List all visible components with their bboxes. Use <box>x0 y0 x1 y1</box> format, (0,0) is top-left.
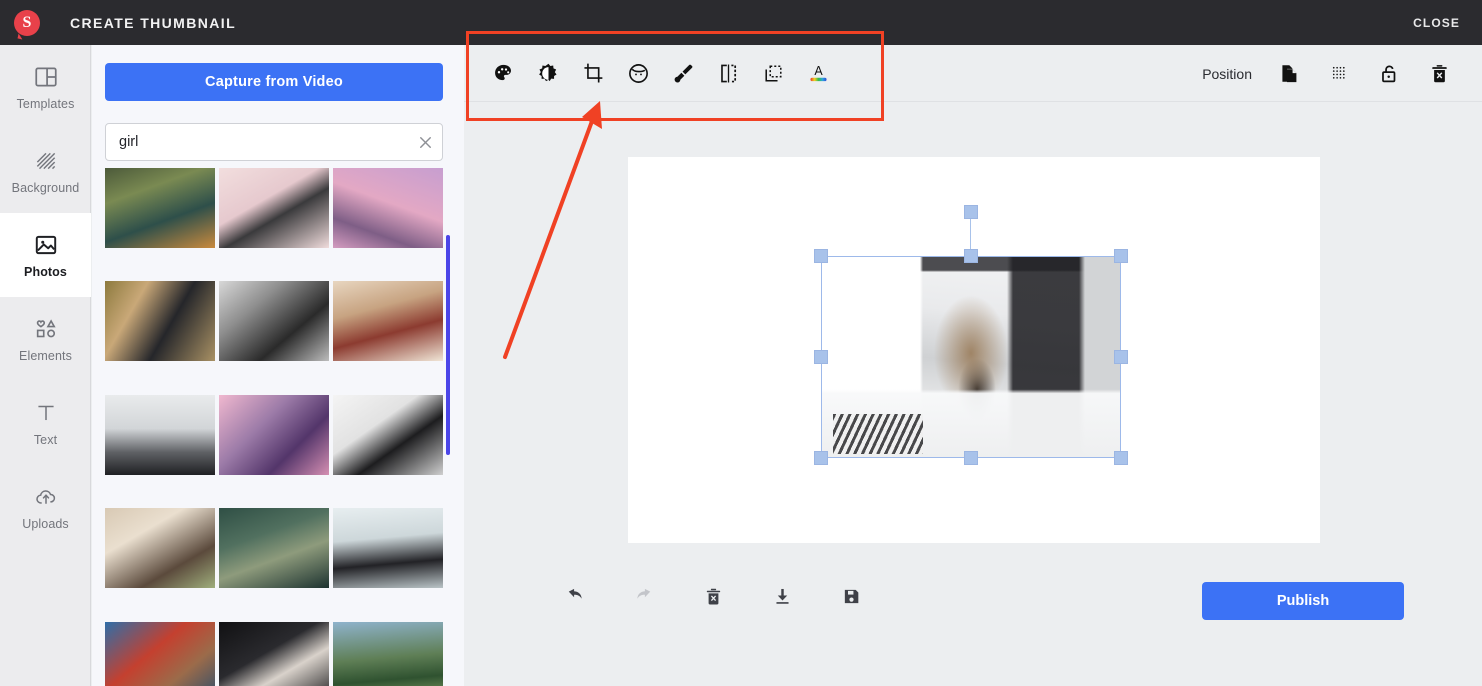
photo-thumbnail[interactable] <box>219 394 329 475</box>
svg-text:A: A <box>814 64 823 78</box>
photo-thumbnail[interactable] <box>219 621 329 686</box>
sidebar-item-label: Elements <box>19 348 72 363</box>
sidebar-item-uploads[interactable]: Uploads <box>0 465 91 549</box>
photo-thumbnail[interactable] <box>219 168 329 248</box>
text-color-icon[interactable]: A <box>801 56 835 90</box>
remove-background-icon[interactable] <box>756 56 790 90</box>
transparency-grid-icon[interactable] <box>1322 57 1356 91</box>
photo-thumbnail[interactable] <box>333 168 443 248</box>
capture-from-video-button[interactable]: Capture from Video <box>105 63 443 101</box>
position-label[interactable]: Position <box>1202 66 1252 82</box>
delete-trash-icon[interactable] <box>698 581 728 611</box>
search-input[interactable] <box>106 134 408 150</box>
search-field-wrapper <box>105 123 443 161</box>
photo-thumbnail[interactable] <box>105 281 215 362</box>
unlock-icon[interactable] <box>1372 57 1406 91</box>
image-photo-icon <box>33 232 59 258</box>
photo-thumbnail[interactable] <box>105 394 215 475</box>
close-x-icon[interactable] <box>408 124 442 160</box>
photo-thumbnail[interactable] <box>333 508 443 589</box>
photos-panel: Capture from Video <box>92 45 464 686</box>
sidebar-item-elements[interactable]: Elements <box>0 297 91 381</box>
cloud-upload-icon <box>33 484 59 510</box>
text-t-icon <box>33 400 59 426</box>
resize-handle-middle-right[interactable] <box>1114 350 1128 364</box>
resize-handle-bottom-center[interactable] <box>964 451 978 465</box>
layout-template-icon <box>33 64 59 90</box>
photo-thumbnail[interactable] <box>333 621 443 686</box>
resize-handle-top-left[interactable] <box>814 249 828 263</box>
photo-thumbnail[interactable] <box>333 281 443 362</box>
save-disk-icon[interactable] <box>836 581 866 611</box>
selection-bounding-box <box>821 256 1121 458</box>
photos-scrollbar[interactable] <box>444 168 452 686</box>
toolbar-right-group: Position <box>1202 45 1456 102</box>
image-edit-toolbar: A Position <box>464 45 1482 102</box>
photo-thumbnail[interactable] <box>219 281 329 362</box>
top-bar: S CREATE THUMBNAIL CLOSE <box>0 0 1482 45</box>
sidebar-item-label: Uploads <box>22 516 69 531</box>
sidebar-item-label: Background <box>11 180 80 195</box>
sidebar-item-label: Photos <box>24 264 67 279</box>
flip-horizontal-icon[interactable] <box>711 56 745 90</box>
resize-handle-bottom-left[interactable] <box>814 451 828 465</box>
resize-handle-middle-left[interactable] <box>814 350 828 364</box>
face-smiley-icon[interactable] <box>621 56 655 90</box>
photos-scrollbar-thumb[interactable] <box>446 235 450 455</box>
delete-trash-icon[interactable] <box>1422 57 1456 91</box>
resize-handle-bottom-right[interactable] <box>1114 451 1128 465</box>
sidebar-item-text[interactable]: Text <box>0 381 91 465</box>
redo-icon[interactable] <box>629 581 659 611</box>
sidebar-item-templates[interactable]: Templates <box>0 45 91 129</box>
shapes-icon <box>33 316 59 342</box>
photo-thumbnail[interactable] <box>333 394 443 475</box>
brush-icon[interactable] <box>666 56 700 90</box>
snagit-logo-icon: S <box>14 9 40 36</box>
editor-area: A Position Publish <box>464 45 1482 686</box>
filters-palette-icon[interactable] <box>486 56 520 90</box>
photo-results-grid <box>105 168 451 686</box>
publish-button[interactable]: Publish <box>1202 582 1404 620</box>
resize-handle-top-right[interactable] <box>1114 249 1128 263</box>
sidebar-item-label: Text <box>33 432 58 447</box>
resize-handle-top-center[interactable] <box>964 249 978 263</box>
photo-thumbnail[interactable] <box>105 168 215 248</box>
page-title: CREATE THUMBNAIL <box>70 14 237 31</box>
duplicate-icon[interactable] <box>1272 57 1306 91</box>
brightness-contrast-icon[interactable] <box>531 56 565 90</box>
download-icon[interactable] <box>767 581 797 611</box>
create-thumbnail-window: S CREATE THUMBNAIL CLOSE Templates Backg… <box>0 0 1482 686</box>
close-button[interactable]: CLOSE <box>1413 16 1460 30</box>
photo-thumbnail[interactable] <box>105 621 215 686</box>
rotate-handle[interactable] <box>964 205 978 219</box>
crop-icon[interactable] <box>576 56 610 90</box>
sidebar-rail: Templates Background Photos Elements Tex… <box>0 45 91 686</box>
sidebar-item-photos[interactable]: Photos <box>0 213 91 297</box>
sidebar-item-label: Templates <box>16 96 75 111</box>
photo-thumbnail[interactable] <box>219 508 329 589</box>
hatch-pattern-icon <box>33 148 59 174</box>
sidebar-item-background[interactable]: Background <box>0 129 91 213</box>
photo-thumbnail[interactable] <box>105 508 215 589</box>
bottom-action-bar <box>560 581 866 611</box>
undo-icon[interactable] <box>560 581 590 611</box>
